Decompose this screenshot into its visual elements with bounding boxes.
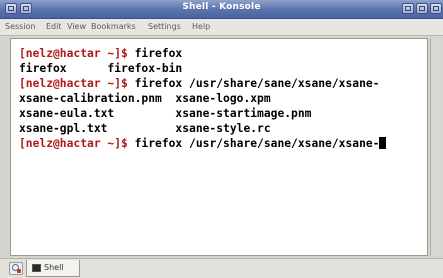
window-title: Shell - Konsole [182,2,261,12]
session-tab-bar: Shell [0,258,443,278]
menu-bar: Session Edit View Bookmarks Settings Hel… [0,19,443,36]
terminal-line: [nelz@hactar ~]$ firefox /usr/share/sane… [19,136,387,151]
vertical-scrollbar[interactable] [430,38,441,256]
shell-prompt: [nelz@hactar ~]$ [19,137,135,150]
maximize-icon[interactable] [416,3,428,14]
shell-prompt: [nelz@hactar ~]$ [19,47,135,60]
terminal-line: xsane-gpl.txt xsane-style.rc [19,121,271,136]
minimize-icon[interactable] [402,3,414,14]
menu-settings[interactable]: Settings [148,22,181,31]
terminal-line: [nelz@hactar ~]$ firefox [19,46,182,61]
terminal-line: firefox firefox-bin [19,61,182,76]
output-text: xsane-calibration.pnm xsane-logo.xpm [19,92,271,105]
command-text: firefox [134,47,183,60]
terminal-view[interactable]: [nelz@hactar ~]$ firefox firefox firefox… [10,38,428,256]
shell-prompt: [nelz@hactar ~]$ [19,77,135,90]
output-text: xsane-eula.txt xsane-startimage.pnm [19,107,312,120]
terminal-line: xsane-eula.txt xsane-startimage.pnm [19,106,311,121]
close-icon[interactable] [430,3,442,14]
output-text: firefox firefox-bin [19,62,183,75]
new-session-icon[interactable] [9,262,23,275]
tab-shell[interactable]: Shell [26,260,80,277]
menu-session[interactable]: Session [5,22,36,31]
output-text: xsane-gpl.txt xsane-style.rc [19,122,271,135]
menu-bookmarks[interactable]: Bookmarks [91,22,136,31]
text-cursor [379,137,387,149]
konsole-window: Shell - Konsole Session Edit View Bookma… [0,0,443,278]
tab-label: Shell [44,263,64,272]
terminal-icon [32,264,41,272]
terminal-line: xsane-calibration.pnm xsane-logo.xpm [19,91,271,106]
menu-help[interactable]: Help [192,22,210,31]
command-text: firefox /usr/share/sane/xsane/xsane- [134,137,380,150]
title-bar[interactable]: Shell - Konsole [0,0,443,19]
menu-view[interactable]: View [67,22,86,31]
terminal-line: [nelz@hactar ~]$ firefox /usr/share/sane… [19,76,379,91]
menu-edit[interactable]: Edit [46,22,62,31]
command-text: firefox /usr/share/sane/xsane/xsane- [134,77,380,90]
